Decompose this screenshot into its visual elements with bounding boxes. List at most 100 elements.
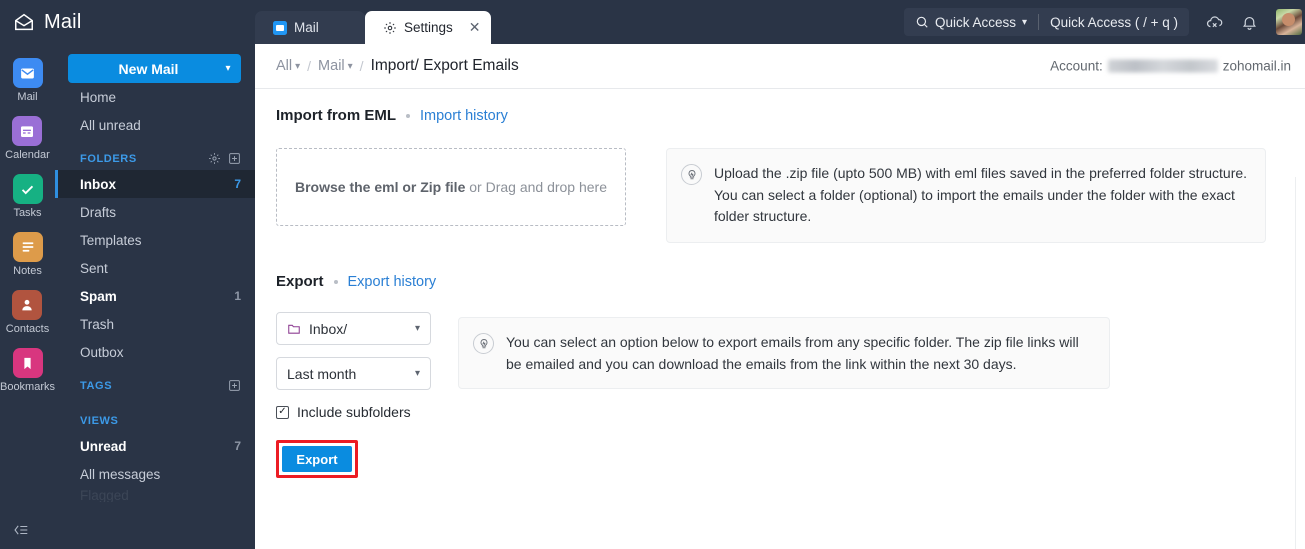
bookmark-icon [12, 348, 43, 378]
sidebar-view-all-messages[interactable]: All messages [55, 460, 255, 488]
chevron-down-icon[interactable]: ▾ [215, 63, 241, 74]
import-tip-box: Upload the .zip file (upto 500 MB) with … [666, 148, 1266, 244]
export-button[interactable]: Export [282, 446, 352, 473]
collapse-sidebar-icon[interactable] [12, 523, 30, 541]
bell-icon[interactable] [1241, 14, 1258, 31]
export-button-highlight: Export [276, 440, 358, 479]
rail-item-tasks[interactable]: Tasks [12, 174, 43, 219]
account-email-redacted [1107, 59, 1218, 73]
breadcrumb-label: All [276, 58, 293, 74]
brand-title: Mail [44, 10, 82, 33]
folder-label: Inbox [80, 176, 116, 192]
sidebar-folder-spam[interactable]: Spam 1 [55, 282, 255, 310]
folder-label: Spam [80, 288, 117, 304]
top-right-controls: Quick Access ▾ Quick Access ( / + q ) [904, 0, 1305, 44]
sidebar-folder-drafts[interactable]: Drafts [55, 198, 255, 226]
export-history-link[interactable]: Export history [348, 274, 437, 290]
import-section-header: Import from EML Import history [276, 89, 1284, 124]
rail-item-contacts[interactable]: Contacts [6, 290, 49, 335]
sidebar-view-flagged[interactable]: Flagged [55, 488, 255, 502]
content-scrollbar[interactable] [1295, 177, 1305, 549]
breadcrumb-separator: / [359, 58, 364, 74]
export-tip-box: You can select an option below to export… [458, 317, 1110, 390]
avatar[interactable] [1276, 9, 1302, 35]
page-title: Import/ Export Emails [370, 57, 519, 74]
search-icon [915, 15, 929, 29]
close-icon[interactable]: ✕ [469, 19, 481, 36]
sidebar-folder-inbox[interactable]: Inbox 7 [55, 170, 255, 198]
chevron-down-icon[interactable]: ▾ [348, 61, 353, 72]
sidebar-folder-trash[interactable]: Trash [55, 310, 255, 338]
separator-dot [406, 113, 410, 118]
sidebar-view-unread[interactable]: Unread 7 [55, 432, 255, 460]
export-folder-select[interactable]: Inbox/ ▾ [276, 312, 431, 346]
export-range-select[interactable]: Last month ▾ [276, 357, 431, 391]
open-envelope-icon [15, 13, 33, 31]
folders-section-header: FOLDERS [55, 139, 255, 170]
include-subfolders-checkbox[interactable]: ✓ Include subfolders [276, 404, 431, 420]
folder-count: 1 [234, 289, 241, 303]
dropzone-rest-label: or Drag and drop here [465, 179, 607, 195]
breadcrumb-item-mail[interactable]: Mail ▾ [318, 58, 353, 74]
export-section: Export Export history Inbox/ ▾ Last mont… [276, 273, 1284, 479]
settings-content: Import from EML Import history Browse th… [255, 88, 1305, 549]
new-mail-button[interactable]: New Mail ▾ [68, 54, 241, 83]
divider [1038, 14, 1040, 30]
sidebar-folder-outbox[interactable]: Outbox [55, 338, 255, 366]
chevron-down-icon[interactable]: ▾ [1022, 17, 1027, 28]
chevron-down-icon[interactable]: ▾ [415, 368, 420, 379]
eml-dropzone[interactable]: Browse the eml or Zip file or Drag and d… [276, 148, 626, 226]
new-mail-label: New Mail [118, 60, 179, 77]
rail-label: Contacts [5, 323, 50, 335]
tags-section-header: TAGS [55, 366, 255, 397]
rail-label: Mail [17, 91, 38, 103]
quick-access-search[interactable]: Quick Access ▾ [915, 15, 1027, 30]
views-section-title: VIEWS [80, 415, 119, 427]
lightbulb-icon [681, 164, 702, 185]
plus-square-icon[interactable] [228, 152, 241, 165]
export-title: Export [276, 273, 324, 291]
folder-count: 7 [234, 177, 241, 191]
separator-dot [333, 279, 338, 284]
app-rail: Mail Calendar Tasks Notes Contacts Bookm… [0, 44, 55, 549]
gear-icon[interactable] [208, 152, 221, 165]
mail-app-icon [12, 58, 43, 88]
sidebar-item-all-unread[interactable]: All unread [55, 111, 255, 139]
mail-tab-icon [273, 20, 287, 35]
import-title: Import from EML [276, 107, 396, 124]
view-count: 7 [234, 439, 241, 453]
account-label: Account: [1050, 58, 1103, 74]
check-glyph: ✓ [278, 406, 287, 418]
import-row: Browse the eml or Zip file or Drag and d… [276, 148, 1284, 244]
import-history-link[interactable]: Import history [420, 108, 508, 124]
quick-access-shortcut-label: Quick Access ( / + q ) [1050, 14, 1178, 30]
contacts-person-icon [12, 290, 43, 320]
chevron-down-icon[interactable]: ▾ [415, 323, 420, 334]
cloud-offline-icon[interactable] [1205, 12, 1225, 32]
rail-item-notes[interactable]: Notes [12, 232, 43, 277]
tab-mail[interactable]: Mail [255, 11, 365, 44]
sidebar-folder-templates[interactable]: Templates [55, 226, 255, 254]
rail-item-bookmarks[interactable]: Bookmarks [0, 348, 55, 393]
tab-settings[interactable]: Settings ✕ [365, 11, 491, 44]
view-label: All messages [80, 466, 161, 482]
chevron-down-icon[interactable]: ▾ [295, 61, 300, 72]
breadcrumb: All ▾ / Mail ▾ / Import/ Export Emails A… [255, 44, 1305, 88]
rail-label: Calendar [5, 149, 50, 161]
include-subfolders-label: Include subfolders [297, 404, 411, 421]
nav-label: All unread [80, 117, 141, 133]
sidebar-folder-sent[interactable]: Sent [55, 254, 255, 282]
tasks-check-icon [12, 174, 43, 204]
rail-label: Tasks [13, 207, 42, 219]
mail-settings-page: Mail Mail Calendar Tasks Notes Contacts … [0, 0, 1305, 549]
sidebar-item-home[interactable]: Home [55, 83, 255, 111]
plus-square-icon[interactable] [228, 379, 241, 392]
breadcrumb-item-all[interactable]: All ▾ [276, 58, 300, 74]
rail-item-mail[interactable]: Mail [12, 58, 43, 103]
dropzone-browse-label: Browse the eml or Zip file [294, 179, 466, 195]
rail-item-calendar[interactable]: Calendar [5, 116, 50, 161]
calendar-app-icon [12, 116, 43, 146]
quick-access-bar[interactable]: Quick Access ▾ Quick Access ( / + q ) [904, 8, 1189, 36]
rail-label: Notes [13, 265, 42, 277]
folder-label: Sent [80, 260, 108, 276]
